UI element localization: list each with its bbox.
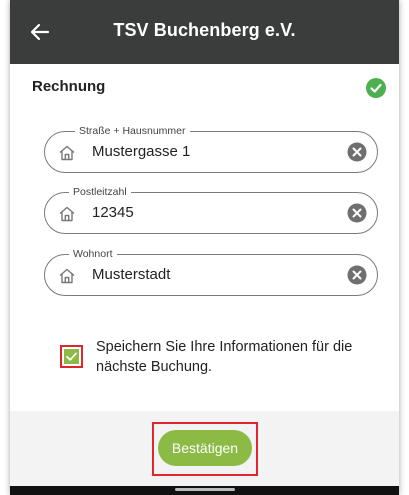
system-nav-bar bbox=[10, 486, 399, 495]
zip-field[interactable]: Postleitzahl 12345 bbox=[44, 185, 378, 234]
street-field-label: Straße + Hausnummer bbox=[75, 124, 190, 138]
home-icon bbox=[59, 268, 75, 284]
city-input[interactable]: Musterstadt bbox=[92, 265, 170, 285]
save-info-text: Speichern Sie Ihre Informationen für die… bbox=[96, 339, 353, 375]
home-gesture-handle[interactable] bbox=[175, 488, 235, 491]
zip-field-label: Postleitzahl bbox=[69, 185, 131, 199]
save-info-checkbox[interactable] bbox=[64, 349, 79, 364]
city-field[interactable]: Wohnort Musterstadt bbox=[44, 247, 378, 296]
street-input[interactable]: Mustergasse 1 bbox=[92, 142, 190, 162]
street-field[interactable]: Straße + Hausnummer Mustergasse 1 bbox=[44, 124, 378, 173]
city-field-label: Wohnort bbox=[69, 247, 117, 261]
clear-icon[interactable] bbox=[347, 142, 367, 162]
home-icon bbox=[59, 206, 75, 222]
footer: Bestätigen bbox=[10, 411, 399, 486]
confirm-button[interactable]: Bestätigen bbox=[158, 430, 252, 466]
app-window: TSV Buchenberg e.V. Rechnung Straße + Ha… bbox=[10, 0, 399, 495]
checkmark-icon bbox=[66, 352, 77, 361]
home-icon bbox=[59, 145, 75, 161]
zip-input[interactable]: 12345 bbox=[92, 203, 134, 223]
clear-icon[interactable] bbox=[347, 265, 367, 285]
section-title: Rechnung bbox=[32, 78, 106, 95]
page-title: TSV Buchenberg e.V. bbox=[113, 20, 296, 40]
app-bar: TSV Buchenberg e.V. bbox=[10, 0, 399, 64]
check-circle-icon bbox=[366, 78, 386, 98]
clear-icon[interactable] bbox=[347, 203, 367, 223]
